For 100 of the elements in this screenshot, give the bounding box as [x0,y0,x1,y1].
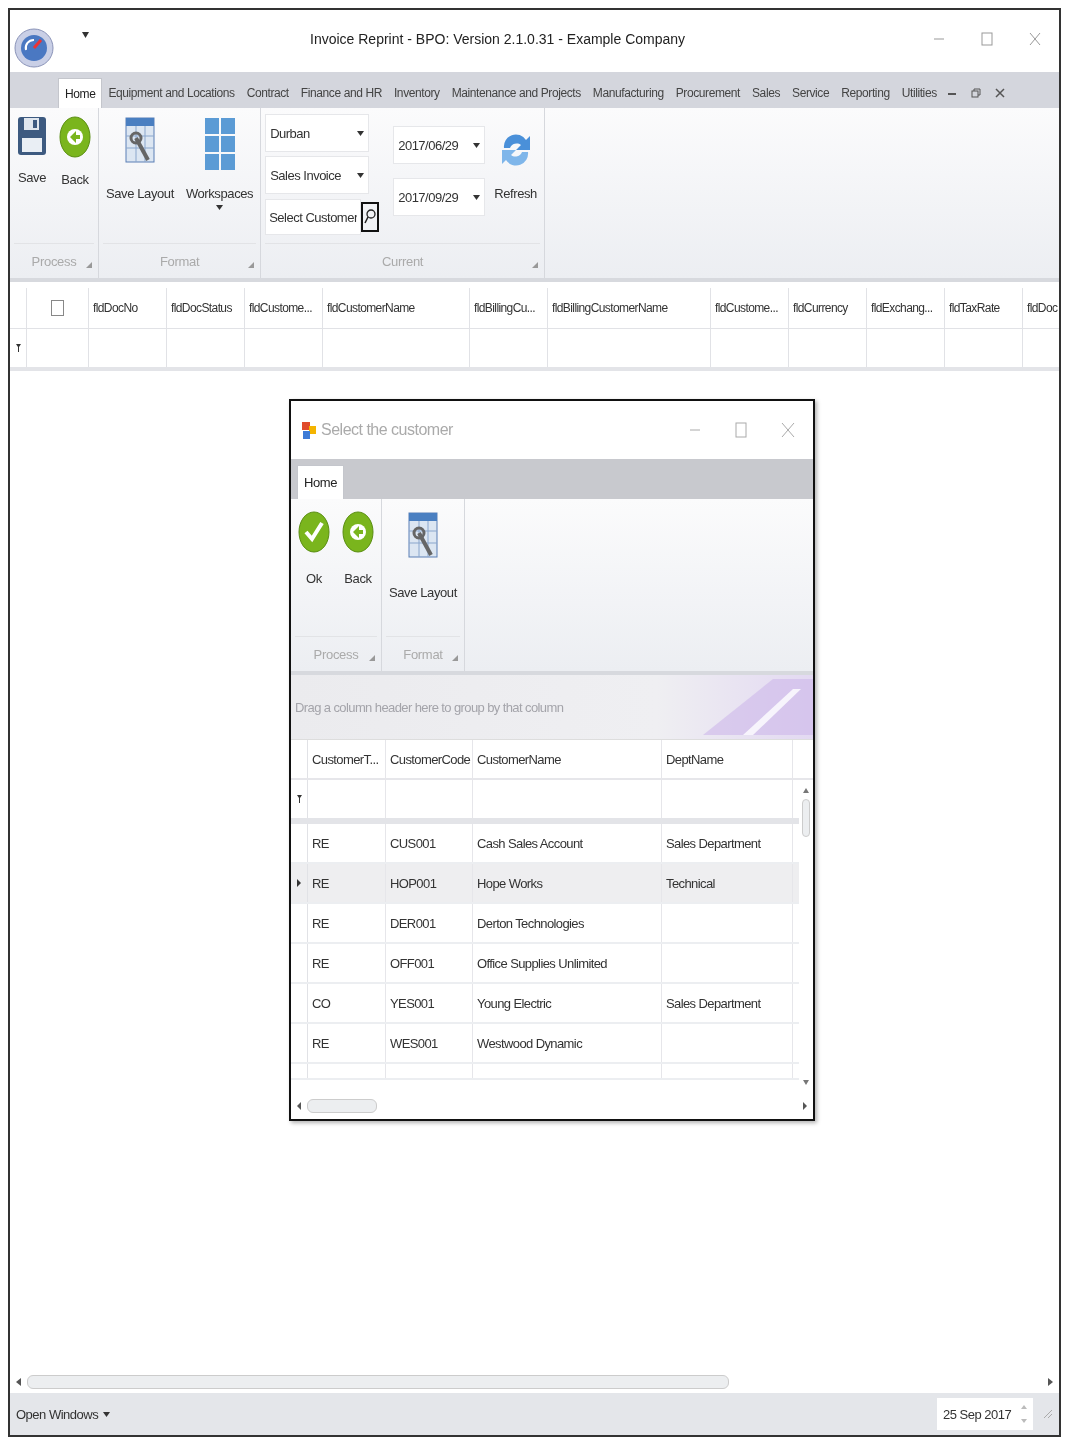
dropdown-arrow-icon [473,194,481,200]
table-cell: CO [308,984,386,1022]
scroll-right-icon [1048,1378,1053,1386]
dropdown-field[interactable]: Sales Invoice [265,156,370,194]
table-cell: CUS001 [386,824,473,862]
launcher-icon [531,262,538,268]
table-cell: RE [308,1024,386,1062]
table-row[interactable]: RE WES001 Westwood Dynamic [291,1024,799,1064]
table-cell: RE [308,864,386,902]
spin-arrows-icon [1021,1403,1027,1425]
ribbon-button[interactable]: Save Layout [103,114,177,203]
search-button[interactable] [361,202,380,232]
column-header[interactable]: fldCurrency [789,288,867,328]
ribbon-tab[interactable]: Home [297,465,345,499]
scroll-right-icon [803,1102,807,1110]
date-field[interactable]: 2017/09/29 [393,178,486,216]
column-header[interactable]: fldBillingCustomerName [548,288,711,328]
column-header[interactable]: DeptName [662,740,793,778]
scroll-up-icon [803,788,809,793]
column-header[interactable]: fldDoc [1023,288,1059,328]
scrollbar-thumb[interactable] [307,1099,377,1113]
launcher-icon [451,655,458,661]
search-field[interactable]: Select Customer [265,199,362,235]
column-header[interactable]: fldBillingCu... [470,288,548,328]
group-label: Format [403,646,443,662]
ribbon-button[interactable]: Back [56,114,94,189]
dialog-title: Select the customer [321,421,454,439]
column-header[interactable]: fldTaxRate [945,288,1023,328]
scroll-down-icon [803,1080,809,1085]
ribbon-tab[interactable]: Service [786,78,836,108]
open-windows-button[interactable]: Open Windows [16,1406,111,1422]
filter-icon [15,344,21,352]
ribbon-tab[interactable]: Contract [240,78,295,108]
ribbon-button[interactable]: Save Layout [386,509,460,602]
ribbon-tab[interactable]: Manufacturing [586,78,670,108]
tiles-icon [203,116,236,172]
table-cell: RE [308,824,386,862]
column-header[interactable]: CustomerT... [308,740,386,778]
ribbon-tab[interactable]: Sales [746,78,787,108]
group-label: Format [159,253,200,269]
column-header[interactable]: fldCustome... [711,288,789,328]
ribbon-tab[interactable]: Maintenance and Projects [445,78,587,108]
ribbon-tab[interactable]: Inventory [387,78,446,108]
column-header[interactable]: CustomerCode [386,740,473,778]
date-spin-field[interactable]: 25 Sep 2017 [937,1398,1033,1430]
group-label: Current [381,253,424,269]
table-cell: Sales Department [662,824,793,862]
selected-table-row[interactable]: RE HOP001 Hope Works Technical [291,864,799,904]
scroll-left-icon [16,1378,21,1386]
row-pointer-icon [297,879,301,887]
table-cell: HOP001 [386,864,473,902]
ribbon-button[interactable]: Workspaces [182,114,257,212]
dropdown-arrow-icon [103,1411,111,1417]
dropdown-field[interactable]: Durban [265,114,370,152]
ribbon-tab[interactable]: Finance and HR [294,78,388,108]
dropdown-arrow-icon [357,130,365,136]
ribbon-tab[interactable]: Utilities [895,78,943,108]
filter-icon [296,795,302,803]
checkmark-icon [298,511,330,553]
scrollbar-thumb[interactable] [802,799,810,837]
dropdown-arrow-icon [357,172,365,178]
table-cell: Office Supplies Unlimited [473,944,662,982]
column-header[interactable]: fldCustomerName [323,288,470,328]
column-header[interactable]: fldExchang... [867,288,945,328]
table-row[interactable]: CO YES001 Young Electric Sales Department [291,984,799,1024]
table-cell: Derton Technologies [473,904,662,942]
column-header[interactable]: CustomerName [473,740,662,778]
ribbon-button[interactable]: Ok [295,509,333,588]
table-row[interactable]: RE CUS001 Cash Sales Account Sales Department [291,824,799,864]
table-row[interactable]: RE DER001 Derton Technologies [291,904,799,944]
ribbon-tab[interactable]: Reporting [835,78,896,108]
table-cell: RE [308,904,386,942]
column-header[interactable]: fldDocStatus [167,288,245,328]
resize-grip-icon [1043,1409,1053,1419]
ribbon-button[interactable]: Back [339,509,377,588]
column-header[interactable]: fldCustome... [245,288,323,328]
dropdown-arrow-icon [82,32,89,38]
ribbon-button[interactable]: Save [14,114,50,187]
ribbon-tab[interactable]: Equipment and Locations [102,78,241,108]
search-icon [364,209,377,225]
close-icon [994,88,1005,98]
launcher-icon [369,655,375,661]
table-cell: WES001 [386,1024,473,1062]
restore-icon [970,88,981,98]
table-cell: Westwood Dynamic [473,1024,662,1062]
date-field[interactable]: 2017/06/29 [393,126,486,164]
ribbon-tab[interactable]: Home [58,78,103,108]
checkbox[interactable] [51,300,64,316]
table-row[interactable]: RE OFF001 Office Supplies Unlimited [291,944,799,984]
ribbon-tab[interactable]: Procurement [669,78,746,108]
dropdown-arrow-icon [473,142,481,148]
table-cell: DER001 [386,904,473,942]
group-label: Process [313,646,359,662]
column-header[interactable]: fldDocNo [89,288,167,328]
table-cell: OFF001 [386,944,473,982]
ribbon-button[interactable]: Refresh [491,124,540,203]
scrollbar-thumb[interactable] [27,1375,729,1389]
maximize-icon [735,422,747,438]
maximize-icon [981,32,993,46]
table-cell: YES001 [386,984,473,1022]
